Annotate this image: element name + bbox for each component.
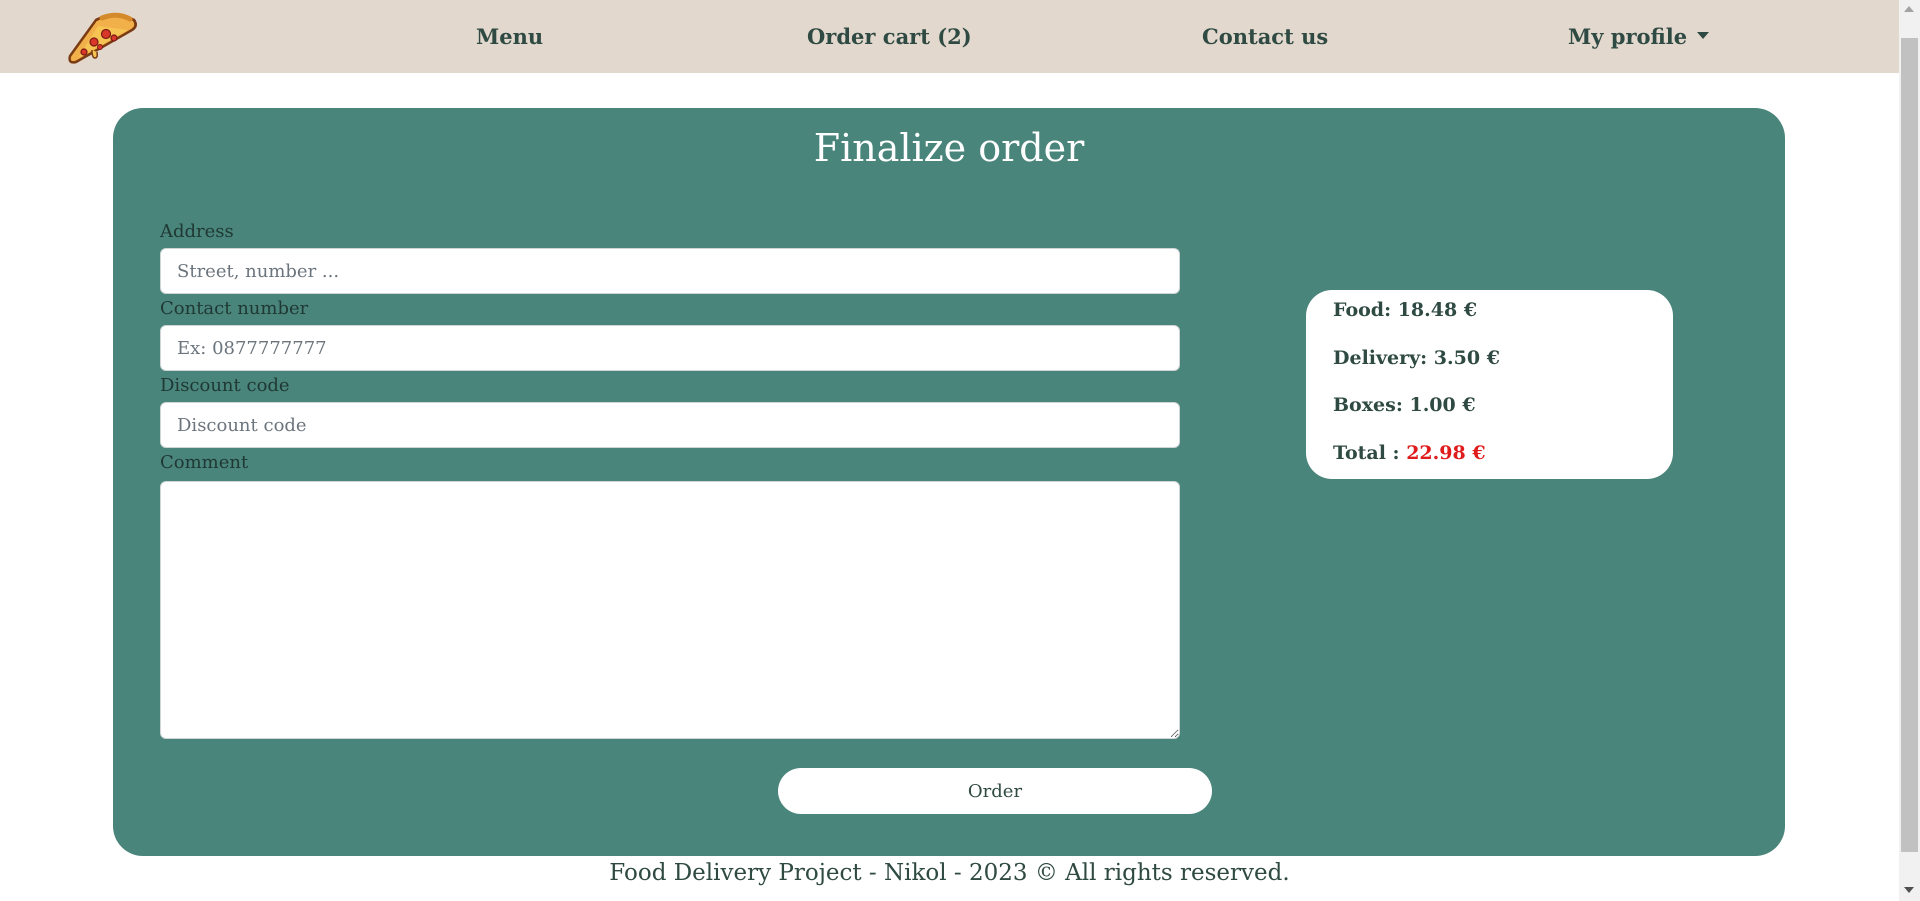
contact-number-input[interactable]	[160, 325, 1180, 371]
finalize-order-card: Finalize order Address Contact number Di…	[113, 108, 1785, 856]
caret-down-icon	[1697, 32, 1710, 39]
discount-code-input[interactable]	[160, 402, 1180, 448]
nav-contact-link[interactable]: Contact us	[1202, 0, 1328, 73]
nav-menu-link[interactable]: Menu	[476, 0, 543, 73]
nav-order-cart-link[interactable]: Order cart (2)	[807, 0, 972, 73]
scroll-up-arrow-icon[interactable]	[1904, 6, 1914, 12]
page-title: Finalize order	[813, 126, 1085, 170]
comment-textarea[interactable]	[160, 481, 1180, 739]
nav-profile-label: My profile	[1568, 24, 1688, 49]
scroll-down-arrow-icon[interactable]	[1904, 887, 1914, 893]
order-button[interactable]: Order	[778, 768, 1212, 814]
summary-boxes: Boxes: 1.00 €	[1333, 394, 1476, 416]
contact-number-label: Contact number	[160, 298, 309, 319]
scrollbar-thumb[interactable]	[1901, 38, 1918, 852]
summary-total-value: 22.98 €	[1406, 442, 1486, 464]
pizza-logo-icon[interactable]	[62, 6, 138, 68]
summary-total-label: Total :	[1333, 442, 1400, 464]
summary-delivery: Delivery: 3.50 €	[1333, 347, 1500, 369]
footer-copyright: Food Delivery Project - Nikol - 2023 © A…	[609, 860, 1290, 886]
discount-code-label: Discount code	[160, 375, 290, 396]
comment-label: Comment	[160, 452, 249, 473]
page: Menu Order cart (2) Contact us My profil…	[0, 0, 1920, 901]
page-scrollbar[interactable]	[1899, 0, 1920, 901]
address-input[interactable]	[160, 248, 1180, 294]
address-label: Address	[160, 221, 234, 242]
summary-total: Total : 22.98 €	[1333, 442, 1486, 464]
order-summary: Food: 18.48 € Delivery: 3.50 € Boxes: 1.…	[1306, 290, 1673, 479]
navbar: Menu Order cart (2) Contact us My profil…	[0, 0, 1899, 73]
nav-profile-dropdown[interactable]: My profile	[1568, 0, 1710, 73]
summary-food: Food: 18.48 €	[1333, 299, 1478, 321]
